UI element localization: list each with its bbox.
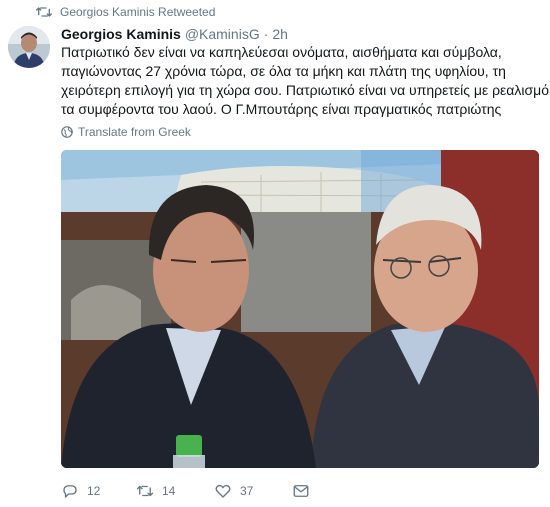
tweet-actions: 12 14 37 bbox=[61, 482, 322, 500]
tweet-header: Georgios Kaminis @KaminisG · 2h bbox=[61, 26, 288, 42]
retweet-button[interactable]: 14 bbox=[136, 482, 214, 500]
separator-dot: · bbox=[263, 26, 269, 42]
reply-button[interactable]: 12 bbox=[61, 482, 136, 500]
retweet-context[interactable]: Georgios Kaminis Retweeted bbox=[36, 5, 215, 19]
translate-link[interactable]: Translate from Greek bbox=[61, 125, 191, 139]
reply-count: 12 bbox=[87, 484, 101, 498]
retweet-icon bbox=[36, 7, 52, 17]
like-count: 37 bbox=[240, 484, 254, 498]
retweet-icon bbox=[136, 485, 154, 497]
translate-label: Translate from Greek bbox=[78, 125, 191, 139]
heart-icon bbox=[215, 484, 231, 498]
author-name[interactable]: Georgios Kaminis bbox=[61, 26, 181, 42]
retweet-count: 14 bbox=[162, 484, 176, 498]
direct-message-button[interactable] bbox=[292, 482, 322, 500]
photo-image bbox=[61, 150, 539, 468]
tweet-text-line: Πατριωτικό δεν είναι να καπηλεύεσαι ονόμ… bbox=[61, 44, 502, 60]
retweet-context-label: Georgios Kaminis Retweeted bbox=[60, 5, 216, 19]
tweet-text-line: τα συμφέροντα του λαού. Ο Γ.Μπουτάρης εί… bbox=[61, 101, 502, 117]
avatar-image bbox=[8, 26, 50, 68]
avatar[interactable] bbox=[8, 26, 50, 68]
reply-icon bbox=[63, 485, 77, 498]
tweet-text: Πατριωτικό δεν είναι να καπηλεύεσαι ονόμ… bbox=[61, 43, 549, 119]
tweet-text-line: χειρότερη επιλογή για τη χώρα σου. Πατρι… bbox=[61, 82, 549, 98]
timestamp[interactable]: 2h bbox=[272, 26, 288, 42]
tweet-photo[interactable] bbox=[61, 150, 539, 468]
globe-icon bbox=[61, 126, 73, 138]
author-handle[interactable]: @KaminisG bbox=[185, 26, 260, 42]
tweet-text-line: παγιώνοντας 27 χρόνια τώρα, σε όλα τα μή… bbox=[61, 63, 506, 79]
like-button[interactable]: 37 bbox=[214, 482, 292, 500]
envelope-icon bbox=[293, 485, 309, 497]
